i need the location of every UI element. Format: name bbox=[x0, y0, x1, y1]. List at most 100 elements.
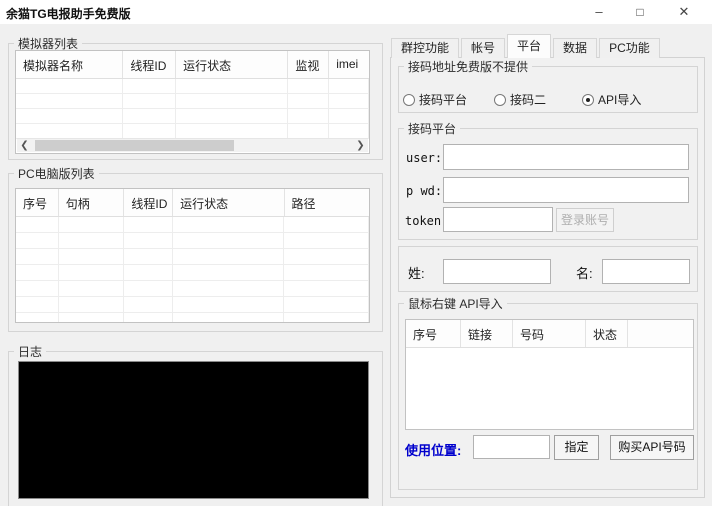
table-cell bbox=[16, 124, 123, 138]
pc-table[interactable]: 序号 句柄 线程ID 运行状态 路径 bbox=[15, 188, 370, 323]
hscroll-thumb[interactable] bbox=[35, 140, 234, 151]
token-input[interactable] bbox=[443, 207, 553, 232]
tab-account[interactable]: 帐号 bbox=[461, 38, 505, 58]
tab-page-platform: 接码地址免费版不提供 接码平台 接码二 API导入 接码平台 user: p w… bbox=[390, 57, 705, 498]
table-cell bbox=[176, 94, 288, 108]
first-name-label: 名: bbox=[576, 263, 593, 282]
pc-group-title: PC电脑版列表 bbox=[14, 165, 99, 182]
usage-position-label: 使用位置: bbox=[405, 440, 461, 459]
col-run-status[interactable]: 运行状态 bbox=[176, 51, 288, 78]
col-imei[interactable]: imei bbox=[329, 51, 369, 78]
pwd-label: p wd: bbox=[406, 184, 442, 198]
last-name-input[interactable] bbox=[443, 259, 551, 284]
table-cell bbox=[284, 281, 369, 296]
table-row[interactable] bbox=[16, 297, 369, 313]
table-cell bbox=[173, 249, 284, 264]
pc-table-body bbox=[16, 217, 369, 323]
table-cell bbox=[173, 313, 284, 323]
assign-button[interactable]: 指定 bbox=[554, 435, 599, 460]
emulator-table[interactable]: 模拟器名称 线程ID 运行状态 监视 imei ❮ ❯ bbox=[15, 50, 370, 154]
radio-icon bbox=[403, 94, 415, 106]
table-cell bbox=[288, 94, 329, 108]
buy-api-number-button[interactable]: 购买API号码 bbox=[610, 435, 694, 460]
col-monitor[interactable]: 监视 bbox=[288, 51, 329, 78]
table-cell bbox=[288, 124, 329, 138]
first-name-input[interactable] bbox=[602, 259, 690, 284]
table-row[interactable] bbox=[16, 124, 369, 139]
radio-icon bbox=[582, 94, 594, 106]
radio-code-two[interactable]: 接码二 bbox=[494, 91, 546, 108]
table-cell bbox=[123, 109, 176, 123]
tab-platform[interactable]: 平台 bbox=[507, 34, 551, 58]
table-cell bbox=[16, 265, 59, 280]
col-emulator-name[interactable]: 模拟器名称 bbox=[16, 51, 123, 78]
log-output[interactable] bbox=[18, 361, 369, 499]
table-row[interactable] bbox=[16, 233, 369, 249]
table-cell bbox=[59, 233, 125, 248]
table-row[interactable] bbox=[16, 79, 369, 94]
tab-data[interactable]: 数据 bbox=[553, 38, 597, 58]
radio-label: 接码二 bbox=[510, 91, 546, 108]
maximize-icon[interactable]: □ bbox=[624, 0, 656, 24]
table-cell bbox=[124, 297, 173, 312]
col-handle[interactable]: 句柄 bbox=[59, 189, 125, 216]
col-path[interactable]: 路径 bbox=[285, 189, 370, 216]
name-group: 姓: 名: bbox=[398, 246, 698, 292]
table-row[interactable] bbox=[16, 217, 369, 233]
table-cell bbox=[16, 297, 59, 312]
table-cell bbox=[173, 233, 284, 248]
provider-group-title: 接码地址免费版不提供 bbox=[404, 58, 532, 75]
table-cell bbox=[16, 281, 59, 296]
table-cell bbox=[124, 233, 173, 248]
table-cell bbox=[59, 265, 125, 280]
minimize-icon[interactable]: – bbox=[583, 0, 615, 24]
col-number[interactable]: 号码 bbox=[513, 320, 586, 347]
scroll-right-icon[interactable]: ❯ bbox=[353, 139, 368, 152]
api-group-title: 鼠标右键 API导入 bbox=[404, 295, 507, 312]
table-cell bbox=[124, 217, 173, 232]
pc-table-header: 序号 句柄 线程ID 运行状态 路径 bbox=[16, 189, 369, 217]
table-cell bbox=[173, 281, 284, 296]
radio-api-import[interactable]: API导入 bbox=[582, 91, 641, 108]
tab-pc-functions[interactable]: PC功能 bbox=[599, 38, 660, 58]
table-cell bbox=[284, 297, 369, 312]
radio-code-platform[interactable]: 接码平台 bbox=[403, 91, 467, 108]
col-status[interactable]: 状态 bbox=[586, 320, 628, 347]
table-row[interactable] bbox=[16, 281, 369, 297]
usage-position-input[interactable] bbox=[473, 435, 550, 459]
col-index[interactable]: 序号 bbox=[16, 189, 59, 216]
table-cell bbox=[288, 79, 329, 93]
table-row[interactable] bbox=[16, 313, 369, 323]
tabbar: 群控功能 帐号 平台 数据 PC功能 bbox=[391, 34, 662, 58]
window-title: 余猫TG电报助手免费版 bbox=[6, 5, 131, 22]
col-link[interactable]: 链接 bbox=[461, 320, 513, 347]
emulator-hscrollbar[interactable]: ❮ ❯ bbox=[17, 138, 368, 152]
login-button[interactable]: 登录账号 bbox=[556, 208, 614, 232]
table-cell bbox=[284, 265, 369, 280]
close-icon[interactable]: ✕ bbox=[668, 0, 700, 24]
table-cell bbox=[284, 233, 369, 248]
col-thread-id[interactable]: 线程ID bbox=[123, 51, 176, 78]
col-filler bbox=[628, 320, 693, 347]
app-window: 余猫TG电报助手免费版 – □ ✕ 模拟器列表 模拟器名称 线程ID 运行状态 … bbox=[0, 0, 712, 506]
table-row[interactable] bbox=[16, 94, 369, 109]
col-run-status[interactable]: 运行状态 bbox=[173, 189, 284, 216]
platform-group-title: 接码平台 bbox=[404, 120, 460, 137]
titlebar: 余猫TG电报助手免费版 – □ ✕ bbox=[0, 0, 712, 24]
tab-group-control[interactable]: 群控功能 bbox=[391, 38, 459, 58]
table-row[interactable] bbox=[16, 265, 369, 281]
table-row[interactable] bbox=[16, 109, 369, 124]
user-input[interactable] bbox=[443, 144, 689, 170]
table-cell bbox=[329, 94, 369, 108]
pwd-input[interactable] bbox=[443, 177, 689, 203]
table-cell bbox=[176, 79, 288, 93]
table-cell bbox=[16, 233, 59, 248]
col-index[interactable]: 序号 bbox=[406, 320, 461, 347]
scroll-left-icon[interactable]: ❮ bbox=[17, 139, 32, 152]
col-thread-id[interactable]: 线程ID bbox=[124, 189, 173, 216]
table-cell bbox=[16, 94, 123, 108]
table-row[interactable] bbox=[16, 249, 369, 265]
user-label: user: bbox=[406, 151, 442, 165]
radio-icon bbox=[494, 94, 506, 106]
api-table[interactable]: 序号 链接 号码 状态 bbox=[405, 319, 694, 430]
